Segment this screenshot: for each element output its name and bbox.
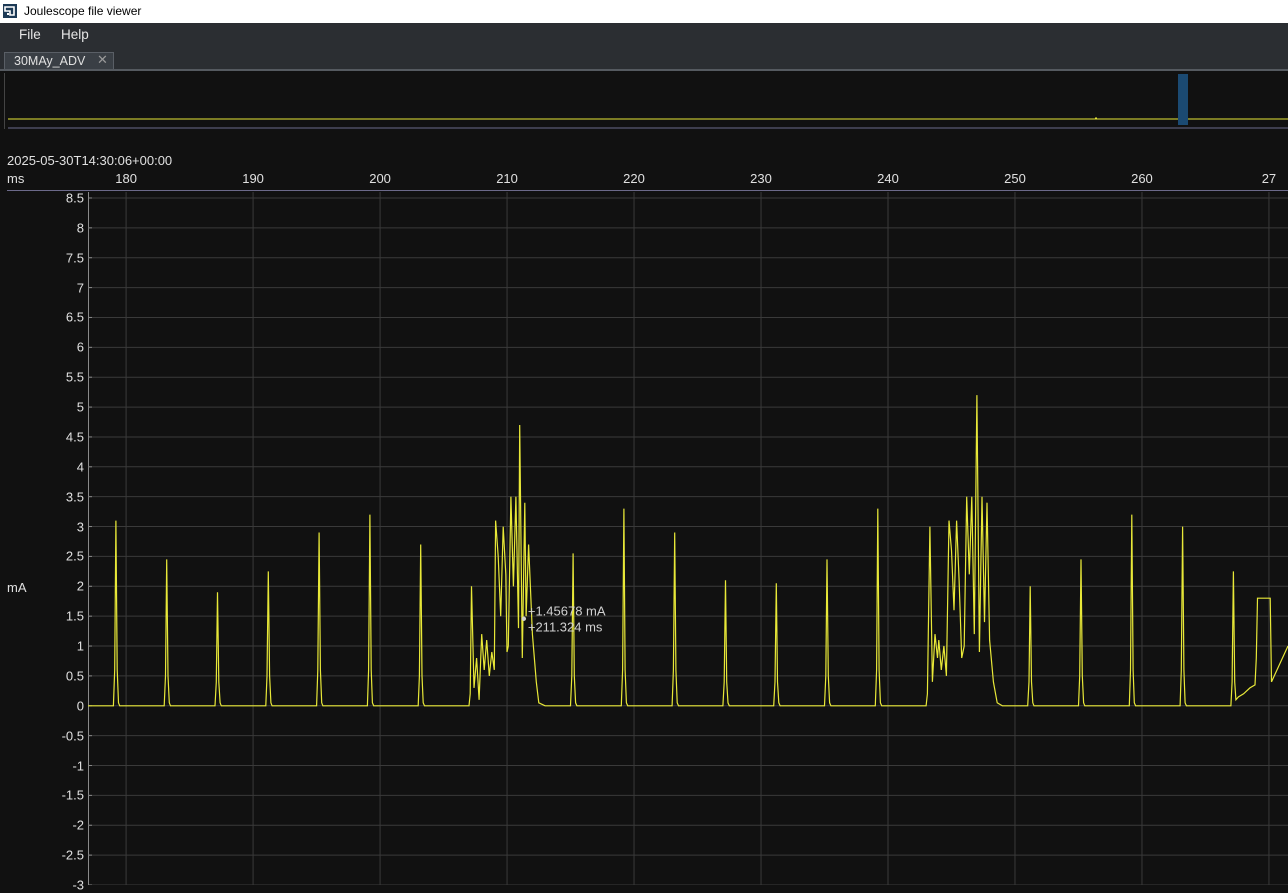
y-tick-label: -2.5	[61, 847, 84, 863]
x-tick-label: 27	[1261, 171, 1277, 186]
y-tick-label: 5.5	[65, 369, 84, 385]
cursor-value-label: +1.45678 mA	[528, 604, 606, 619]
y-tick-label: 5	[76, 399, 84, 415]
y-tick-label: -1	[72, 758, 84, 774]
window-title: Joulescope file viewer	[24, 4, 142, 18]
joulescope-logo-icon	[3, 4, 17, 18]
tab-30may-adv[interactable]: 30MAy_ADV ✕	[4, 52, 114, 69]
x-tick-label: 180	[115, 171, 137, 186]
timeline-datetime: 2025-05-30T14:30:06+00:00	[7, 153, 173, 168]
window-titlebar: Joulescope file viewer	[0, 0, 1288, 23]
y-tick-label: 3.5	[65, 489, 84, 505]
x-tick-label: 250	[1004, 171, 1026, 186]
tab-bar: 30MAy_ADV ✕	[0, 47, 1288, 70]
x-tick-label: 240	[877, 171, 899, 186]
x-axis-unit: ms	[7, 171, 25, 186]
cursor-time-label: +211.324 ms	[528, 620, 603, 635]
tab-label: 30MAy_ADV	[14, 54, 86, 68]
x-tick-label: 260	[1131, 171, 1153, 186]
y-tick-label: -0.5	[61, 728, 84, 744]
y-tick-label: 1	[76, 638, 84, 654]
y-tick-label: 8.5	[65, 190, 84, 206]
overview-strip[interactable]	[4, 73, 1288, 129]
current-trace-0	[88, 395, 1288, 707]
y-tick-label: 4.5	[65, 429, 84, 445]
menu-bar: File Help	[0, 23, 1288, 47]
y-tick-label: -2	[72, 817, 84, 833]
y-tick-label: 0.5	[65, 668, 84, 684]
x-tick-label: 210	[496, 171, 518, 186]
menu-help[interactable]: Help	[61, 27, 89, 42]
y-tick-label: -3	[72, 877, 84, 893]
x-tick-label: 230	[750, 171, 772, 186]
y-tick-label: 6	[76, 339, 84, 355]
x-axis-line	[7, 190, 1288, 191]
menu-file[interactable]: File	[19, 27, 41, 42]
y-tick-label: 7.5	[65, 250, 84, 266]
x-tick-label: 220	[623, 171, 645, 186]
cursor-point[interactable]	[521, 616, 527, 621]
current-plot[interactable]: +1.45678 mA +211.324 ms	[88, 192, 1288, 885]
x-tick-label: 190	[242, 171, 264, 186]
overview-svg	[8, 74, 1288, 129]
y-tick-label: 6.5	[65, 309, 84, 325]
tab-divider	[0, 69, 1288, 71]
y-tick-label: 8	[76, 220, 84, 236]
y-tick-label: 0	[76, 698, 84, 714]
y-tick-label: 4	[76, 459, 84, 475]
close-icon[interactable]: ✕	[97, 52, 108, 68]
y-tick-label: 1.5	[65, 608, 84, 624]
y-tick-label: 2	[76, 578, 84, 594]
y-axis-label: mA	[7, 580, 27, 595]
x-tick-label: 200	[369, 171, 391, 186]
y-tick-label: -1.5	[61, 787, 84, 803]
y-tick-label: 7	[76, 280, 84, 296]
y-tick-label: 3	[76, 519, 84, 535]
overview-selection-marker[interactable]	[1178, 74, 1188, 125]
y-tick-label: 2.5	[65, 548, 84, 564]
plot-svg: +1.45678 mA+211.324 ms	[88, 192, 1288, 885]
